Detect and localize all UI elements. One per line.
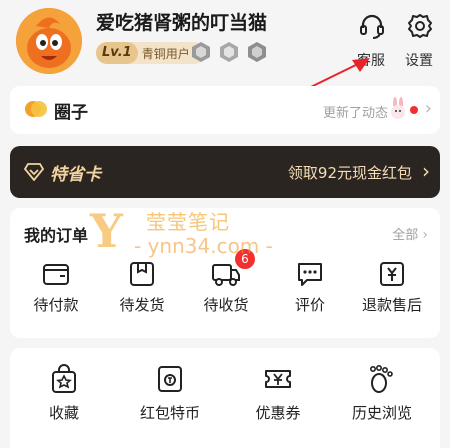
tool-favorites[interactable]: 收藏 xyxy=(14,364,114,444)
rabbit-avatar-icon xyxy=(391,97,405,119)
level-number: Lv.1 xyxy=(96,42,138,64)
order-review[interactable]: 评价 xyxy=(270,252,350,332)
comment-icon xyxy=(298,263,322,286)
orders-title: 我的订单 xyxy=(24,226,89,245)
tool-label: 历史浏览 xyxy=(351,404,412,422)
vip-title: 特省卡 xyxy=(50,165,101,185)
order-pending-payment[interactable]: 待付款 xyxy=(16,252,96,332)
tools-card: 收藏 红包特币 优惠券 历史浏览 xyxy=(10,348,440,448)
circle-chevron: › xyxy=(424,98,432,119)
circle-row[interactable]: 圈子 更新了动态 › xyxy=(10,86,440,134)
favorites-bag-icon xyxy=(52,364,76,393)
tool-label: 优惠券 xyxy=(255,404,301,422)
gear-icon[interactable] xyxy=(406,12,434,40)
diamond-icon xyxy=(24,163,44,181)
orders-card: 我的订单 全部 › 待付款 待发货 待收货 评价 退款售后 6 xyxy=(10,208,440,338)
circle-title: 圈子 xyxy=(54,103,88,123)
unread-dot xyxy=(410,106,418,114)
medal-1-icon[interactable] xyxy=(190,41,212,63)
profile-header: 爱吃猪肾粥的叮当猫 Lv.1 青铜用户 › 客服 设置 xyxy=(0,0,450,82)
order-label: 待付款 xyxy=(33,296,79,314)
settings-label[interactable]: 设置 xyxy=(405,50,433,70)
orders-all-label: 全部 xyxy=(392,228,419,243)
order-refund[interactable]: 退款售后 xyxy=(352,252,432,332)
package-icon xyxy=(130,262,154,286)
customer-service-label[interactable]: 客服 xyxy=(357,50,385,70)
level-name: 青铜用户 xyxy=(141,46,190,61)
avatar[interactable] xyxy=(16,8,82,74)
level-badge[interactable]: Lv.1 青铜用户 › xyxy=(96,42,206,64)
circle-update-text: 更新了动态 xyxy=(322,106,388,121)
tool-label: 收藏 xyxy=(48,404,79,422)
red-packet-icon xyxy=(158,366,182,392)
order-count-badge: 6 xyxy=(234,248,256,270)
tool-red-packet-coins[interactable]: 红包特币 xyxy=(120,364,220,444)
wallet-icon xyxy=(43,264,69,285)
headset-icon[interactable] xyxy=(358,12,386,40)
vip-offer[interactable]: 领取92元现金红包 xyxy=(288,162,412,183)
tool-history[interactable]: 历史浏览 xyxy=(332,364,432,444)
username: 爱吃猪肾粥的叮当猫 xyxy=(96,12,268,34)
order-label: 退款售后 xyxy=(361,296,422,314)
coupon-icon xyxy=(265,370,291,388)
order-label: 评价 xyxy=(294,296,325,314)
order-label: 待收货 xyxy=(203,296,249,314)
circle-logo-icon xyxy=(25,101,47,117)
vip-card[interactable]: 特省卡 领取92元现金红包 › xyxy=(10,146,440,198)
medal-2-icon[interactable] xyxy=(218,41,240,63)
orders-all-link[interactable]: 全部 › xyxy=(392,224,428,243)
tool-label: 红包特币 xyxy=(139,404,200,422)
refund-icon xyxy=(380,262,404,286)
tool-coupons[interactable]: 优惠券 xyxy=(228,364,328,444)
order-pending-shipment[interactable]: 待发货 xyxy=(102,252,182,332)
medal-3-icon[interactable] xyxy=(246,41,268,63)
orders-all-chevron: › xyxy=(422,227,428,243)
footprint-icon xyxy=(369,364,393,393)
order-label: 待发货 xyxy=(119,296,165,314)
vip-chevron: › xyxy=(422,159,430,183)
